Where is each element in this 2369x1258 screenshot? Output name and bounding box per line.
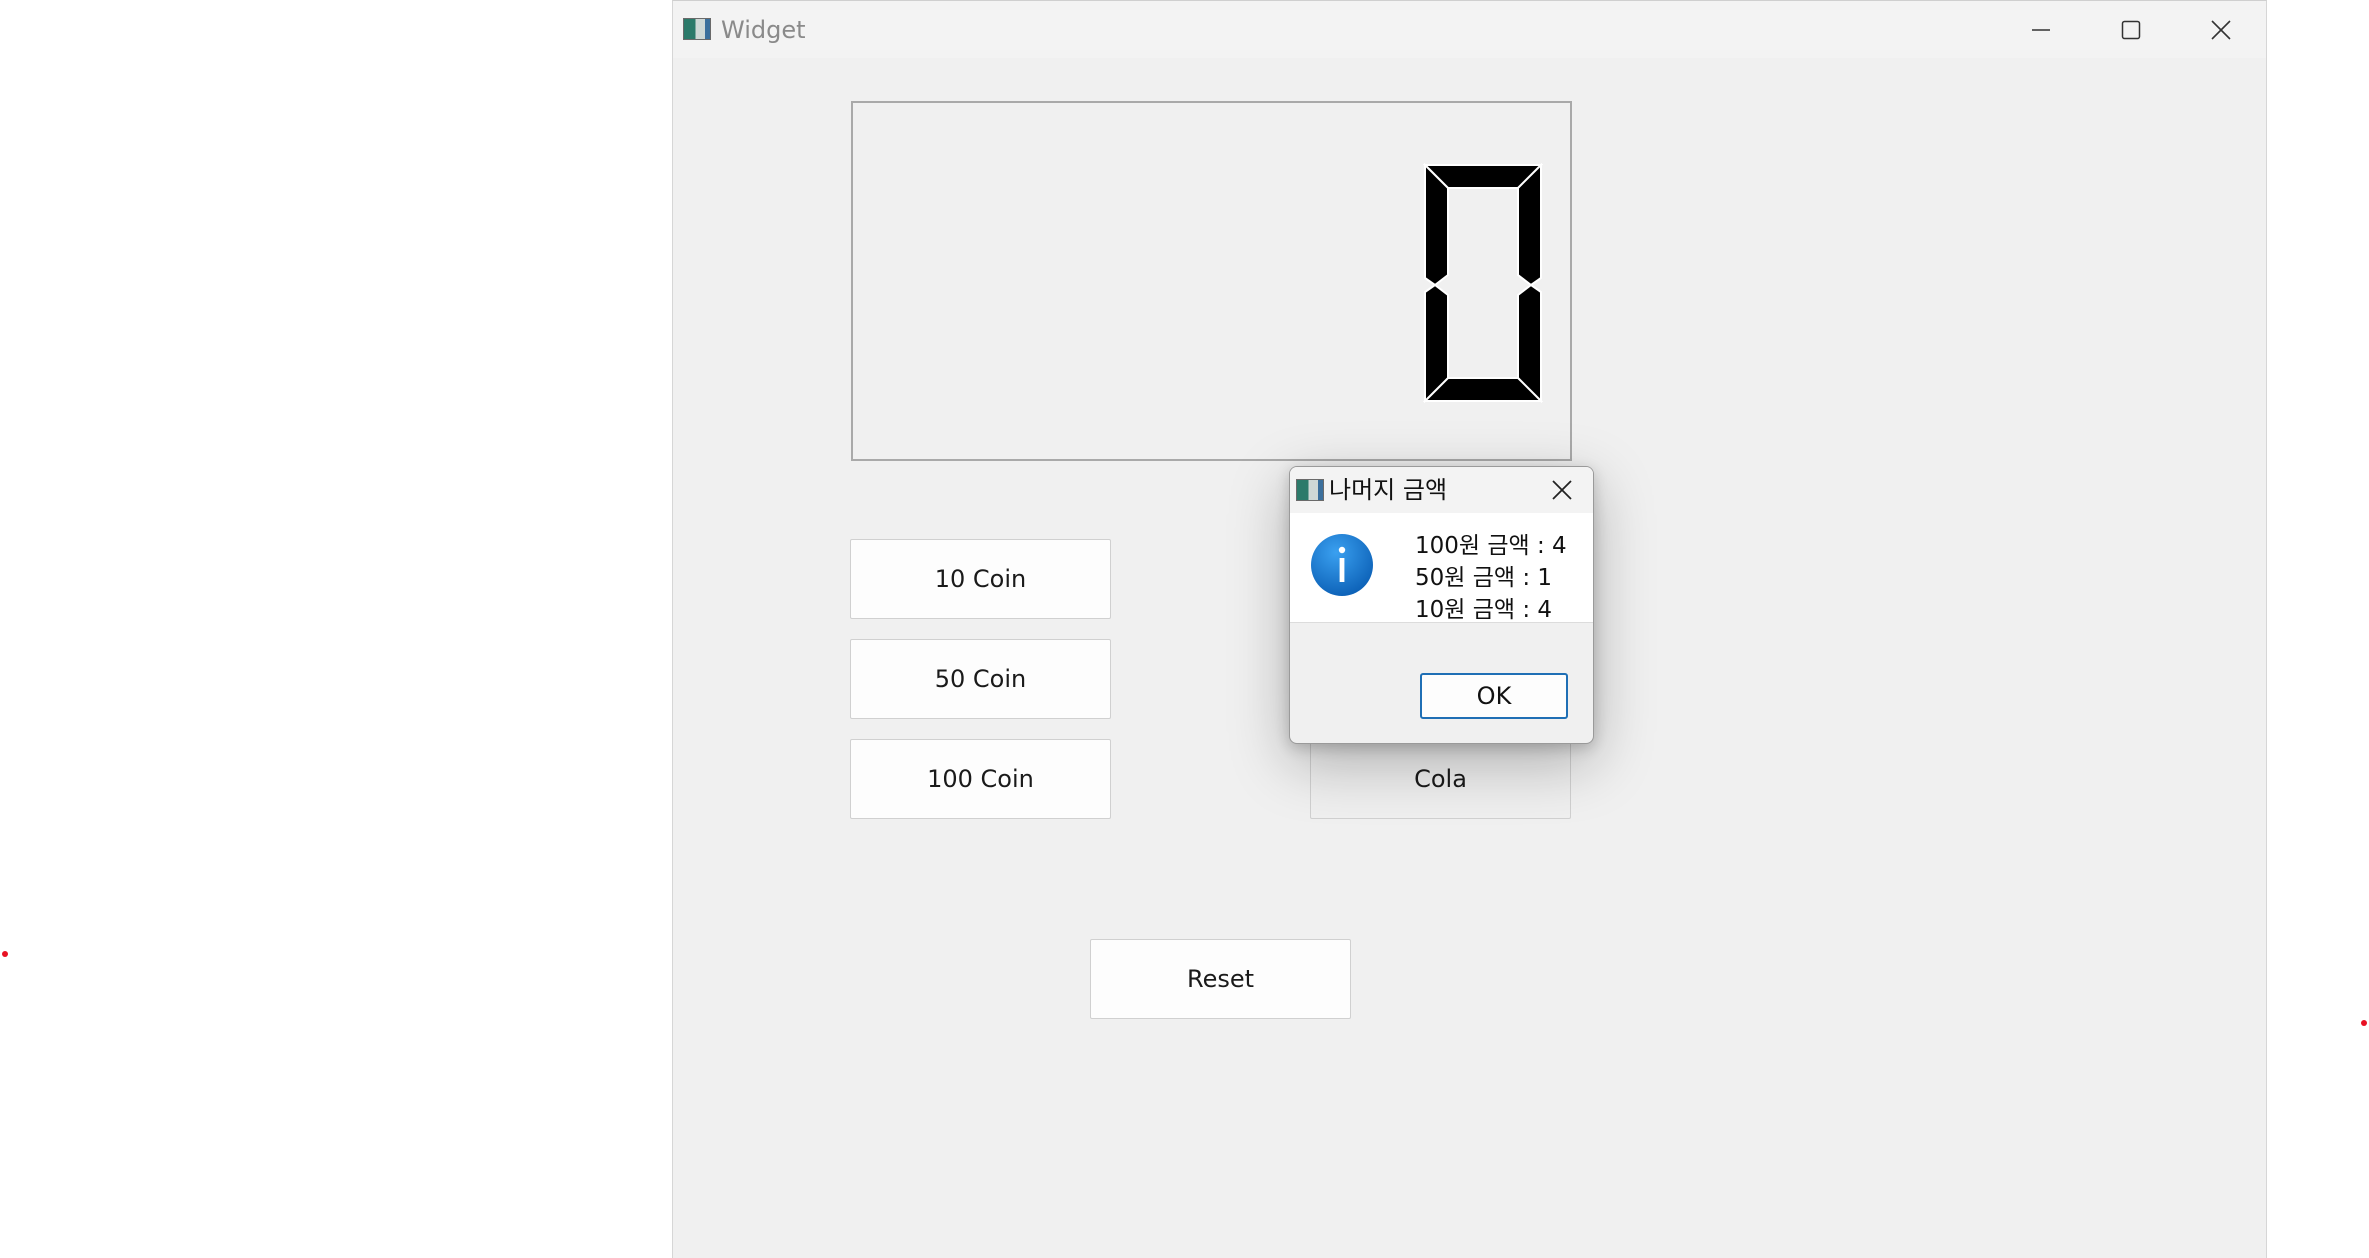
- dialog-app-icon: [1296, 479, 1324, 501]
- close-icon: [2211, 19, 2231, 40]
- minimize-icon: [2032, 28, 2050, 31]
- coin-50-button[interactable]: 50 Coin: [850, 639, 1111, 719]
- close-button[interactable]: [2176, 1, 2266, 58]
- title-bar[interactable]: Widget: [673, 1, 2266, 58]
- message-line-2: 50원 금액 : 1: [1415, 565, 1553, 591]
- dialog-title-bar[interactable]: 나머지 금액: [1290, 467, 1593, 513]
- coin-10-button[interactable]: 10 Coin: [850, 539, 1111, 619]
- dialog-message-area: 100원 금액 : 4 50원 금액 : 1 10원 금액 : 4: [1290, 513, 1593, 623]
- marker-dot-left: [2, 951, 8, 957]
- dialog-message: 100원 금액 : 4 50원 금액 : 1 10원 금액 : 4: [1415, 530, 1567, 626]
- lcd-value: 0: [853, 103, 854, 104]
- minimize-button[interactable]: [1996, 1, 2086, 58]
- dialog-close-button[interactable]: [1531, 467, 1593, 513]
- app-window-icon: [683, 18, 711, 40]
- cola-button[interactable]: Cola: [1310, 739, 1571, 819]
- close-icon: [1552, 480, 1572, 500]
- message-box-dialog: 나머지 금액 100원 금액 : 4 50원 금액 : 1 10원 금액 : 4 O…: [1289, 466, 1594, 744]
- message-line-1: 100원 금액 : 4: [1415, 533, 1567, 559]
- coin-100-button[interactable]: 100 Coin: [850, 739, 1111, 819]
- ok-button[interactable]: OK: [1420, 673, 1568, 719]
- lcd-number-display: 0: [851, 101, 1572, 461]
- marker-dot-right: [2361, 1020, 2367, 1026]
- window-title: Widget: [721, 16, 806, 44]
- maximize-button[interactable]: [2086, 1, 2176, 58]
- information-icon: [1311, 534, 1373, 596]
- dialog-title: 나머지 금액: [1329, 476, 1448, 504]
- lcd-digit: [1423, 163, 1543, 403]
- maximize-icon: [2121, 20, 2141, 39]
- message-line-3: 10원 금액 : 4: [1415, 597, 1553, 623]
- reset-button[interactable]: Reset: [1090, 939, 1351, 1019]
